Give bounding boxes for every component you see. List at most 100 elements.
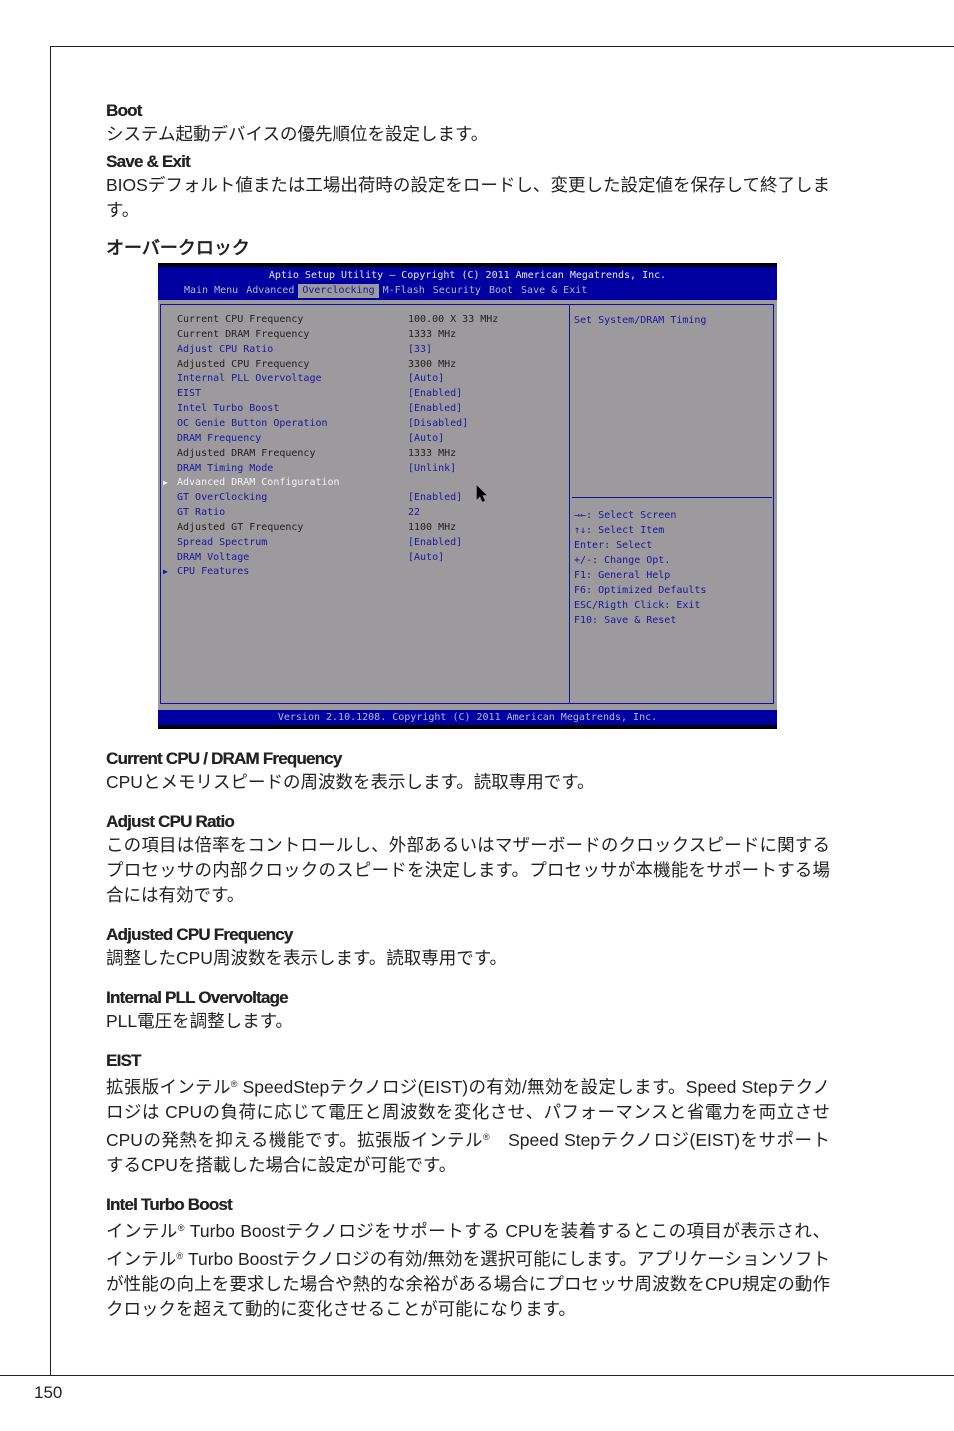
bios-setting-row: Adjusted GT Frequency 1100 MHz — [177, 520, 567, 535]
bios-setting-value[interactable]: [Auto] — [408, 371, 444, 386]
section-body: PLL電圧を調整します。 — [106, 1011, 293, 1031]
bios-setting-value: 1333 MHz — [408, 447, 457, 459]
bios-key-legend: →←: Select Screen ↑↓: Select Item Enter: S… — [574, 508, 706, 628]
bios-setting-value[interactable]: [Enabled] — [408, 490, 462, 505]
bios-setting-row[interactable]: Spread Spectrum [Enabled] — [177, 535, 567, 550]
bios-tab-security[interactable]: Security — [429, 284, 485, 298]
bios-tab-main-menu[interactable]: Main Menu — [180, 284, 242, 298]
bios-header: Aptio Setup Utility – Copyright (C) 2011… — [158, 267, 777, 300]
bios-setting-value[interactable]: [Auto] — [408, 431, 444, 446]
bios-setting-row: Current DRAM Frequency 1333 MHz — [177, 327, 567, 342]
bios-title: Aptio Setup Utility – Copyright (C) 2011… — [268, 270, 667, 281]
bios-setting-row: Current CPU Frequency 100.00 X 33 MHz — [177, 312, 567, 327]
bios-setting-label: GT Ratio — [177, 507, 226, 519]
bios-help-text: Set System/DRAM Timing — [574, 315, 707, 326]
bios-setting-label: Adjust CPU Ratio — [177, 343, 274, 355]
section-title: Boot — [106, 101, 142, 120]
section-title: Adjust CPU Ratio — [106, 812, 235, 831]
section-body: BIOSデフォルト値または工場出荷時の設定をロードし、変更した設定値を保存して終… — [106, 175, 830, 220]
bios-setting-row[interactable]: OC Genie Button Operation [Disabled] — [177, 416, 567, 431]
bios-setting-value[interactable]: [33] — [408, 342, 432, 357]
bios-setting-label: Adjusted CPU Frequency — [177, 358, 310, 370]
bios-setting-row[interactable]: GT OverClocking [Enabled] — [177, 490, 567, 505]
bios-setting-label: DRAM Voltage — [177, 551, 250, 563]
mouse-cursor-icon — [476, 485, 487, 502]
section-adjusted-cpu-frequency: Adjusted CPU Frequency 調整したCPU周波数を表示します。読… — [106, 924, 830, 971]
registered-mark: ® — [230, 1079, 238, 1089]
bios-tab-overclocking[interactable]: Overclocking — [298, 284, 379, 298]
page-content-lower: Current CPU / DRAM Frequency CPUとメモリスピードの… — [106, 748, 830, 1322]
section-current-cpu-dram-frequency: Current CPU / DRAM Frequency CPUとメモリスピードの… — [106, 748, 830, 795]
bios-key-hint: ↑↓: Select Item — [574, 525, 665, 536]
bios-setting-label: Intel Turbo Boost — [177, 403, 280, 415]
bios-tab-m-flash[interactable]: M-Flash — [379, 284, 429, 298]
bios-setting-label: Current DRAM Frequency — [177, 328, 310, 340]
section-eist: EIST 拡張版インテル® SpeedStepテクノロジ(EIST)の有効/無効を… — [106, 1050, 830, 1178]
bios-setting-value[interactable]: [Enabled] — [408, 535, 462, 550]
page-number: 150 — [34, 1383, 63, 1402]
section-body: 拡張版インテル® SpeedStepテクノロジ(EIST)の有効/無効を設定しま… — [106, 1077, 831, 1175]
page-frame-top — [50, 46, 954, 47]
registered-mark: ® — [177, 1223, 185, 1233]
section-internal-pll-overvoltage: Internal PLL Overvoltage PLL電圧を調整します。 — [106, 987, 830, 1034]
bios-setting-row[interactable]: EIST [Enabled] — [177, 386, 567, 401]
section-title: Intel Turbo Boost — [106, 1195, 233, 1214]
registered-mark: ® — [483, 1132, 490, 1142]
bios-setting-value[interactable]: [Enabled] — [408, 386, 462, 401]
bios-setting-label: Current CPU Frequency — [177, 314, 304, 325]
bios-setting-row: Adjusted DRAM Frequency 1333 MHz — [177, 446, 567, 461]
bios-key-hint: F10: Save & Reset — [574, 615, 677, 626]
submenu-arrow-icon: ▶ — [163, 567, 168, 577]
bios-screenshot: Aptio Setup Utility – Copyright (C) 2011… — [158, 263, 777, 729]
bios-setting-value: 1333 MHz — [408, 328, 457, 340]
section-title: EIST — [106, 1051, 141, 1070]
bios-setting-label: GT OverClocking — [177, 492, 268, 504]
bios-setting-value[interactable]: [Auto] — [408, 550, 444, 565]
bios-settings-panel: Current CPU Frequency 100.00 X 33 MHz Curr… — [160, 304, 569, 704]
bios-key-hint: ESC/Rigth Click: Exit — [574, 600, 701, 611]
bios-setting-label: Adjusted GT Frequency — [177, 521, 304, 533]
bios-tab-save-exit[interactable]: Save & Exit — [517, 284, 591, 298]
bios-setting-value[interactable]: [Unlink] — [408, 461, 456, 476]
bios-body: Current CPU Frequency 100.00 X 33 MHz Curr… — [158, 300, 777, 710]
submenu-arrow-icon: ▶ — [163, 478, 168, 488]
bios-setting-label: DRAM Timing Mode — [177, 462, 274, 474]
bios-setting-label: OC Genie Button Operation — [177, 417, 328, 429]
bios-key-hint: +/-: Change Opt. — [574, 555, 671, 566]
section-title: Internal PLL Overvoltage — [106, 988, 289, 1007]
page-content: Boot システム起動デバイスの優先順位を設定します。 Save & Exit … — [106, 100, 830, 259]
section-body: CPUとメモリスピードの周波数を表示します。読取専用です。 — [106, 772, 595, 792]
bios-setting-row[interactable]: GT Ratio 22 — [177, 505, 567, 520]
bios-setting-row[interactable]: ▶ Advanced DRAM Configuration — [163, 475, 567, 490]
bios-setting-row[interactable]: DRAM Frequency [Auto] — [177, 431, 567, 446]
bios-setting-row[interactable]: Adjust CPU Ratio [33] — [177, 342, 567, 357]
bios-setting-value: 100.00 X 33 MHz — [408, 314, 499, 325]
registered-mark: ® — [176, 1251, 184, 1261]
section-body: システム起動デバイスの優先順位を設定します。 — [106, 124, 489, 144]
bios-setting-value[interactable]: 22 — [408, 505, 420, 520]
section-title: Current CPU / DRAM Frequency — [106, 749, 342, 768]
bios-setting-row[interactable]: DRAM Voltage [Auto] — [177, 550, 567, 565]
section-intel-turbo-boost: Intel Turbo Boost インテル® Turbo Boostテクノロジを… — [106, 1194, 830, 1322]
bios-setting-value: 1100 MHz — [408, 521, 457, 533]
bios-setting-row[interactable]: ▶ CPU Features — [163, 564, 567, 579]
bios-setting-row[interactable]: Internal PLL Overvoltage [Auto] — [177, 371, 567, 386]
bios-key-hint: F1: General Help — [574, 570, 671, 581]
bios-key-hint: →←: Select Screen — [574, 510, 677, 521]
section-boot: Boot システム起動デバイスの優先順位を設定します。 — [106, 100, 830, 147]
section-adjust-cpu-ratio: Adjust CPU Ratio この項目は倍率をコントロールし、外部あるいはマザ… — [106, 811, 830, 908]
bios-key-hint: F6: Optimized Defaults — [574, 585, 707, 596]
bios-setting-row: Adjusted CPU Frequency 3300 MHz — [177, 357, 567, 372]
bios-setting-label: EIST — [177, 388, 202, 400]
bios-tab-advanced[interactable]: Advanced — [242, 284, 298, 298]
bios-setting-label: DRAM Frequency — [177, 432, 262, 444]
bios-setting-value[interactable]: [Enabled] — [408, 401, 462, 416]
bios-setting-row[interactable]: Intel Turbo Boost [Enabled] — [177, 401, 567, 416]
bios-setting-row[interactable]: DRAM Timing Mode [Unlink] — [177, 461, 567, 476]
section-body: この項目は倍率をコントロールし、外部あるいはマザーボードのクロックスピードに関す… — [106, 835, 830, 905]
bios-setting-label: Internal PLL Overvoltage — [177, 373, 322, 385]
bios-setting-value: 3300 MHz — [408, 358, 457, 370]
bios-tab-boot[interactable]: Boot — [485, 284, 517, 298]
bios-setting-label: Adjusted DRAM Frequency — [177, 447, 316, 459]
bios-setting-value[interactable]: [Disabled] — [408, 416, 468, 431]
